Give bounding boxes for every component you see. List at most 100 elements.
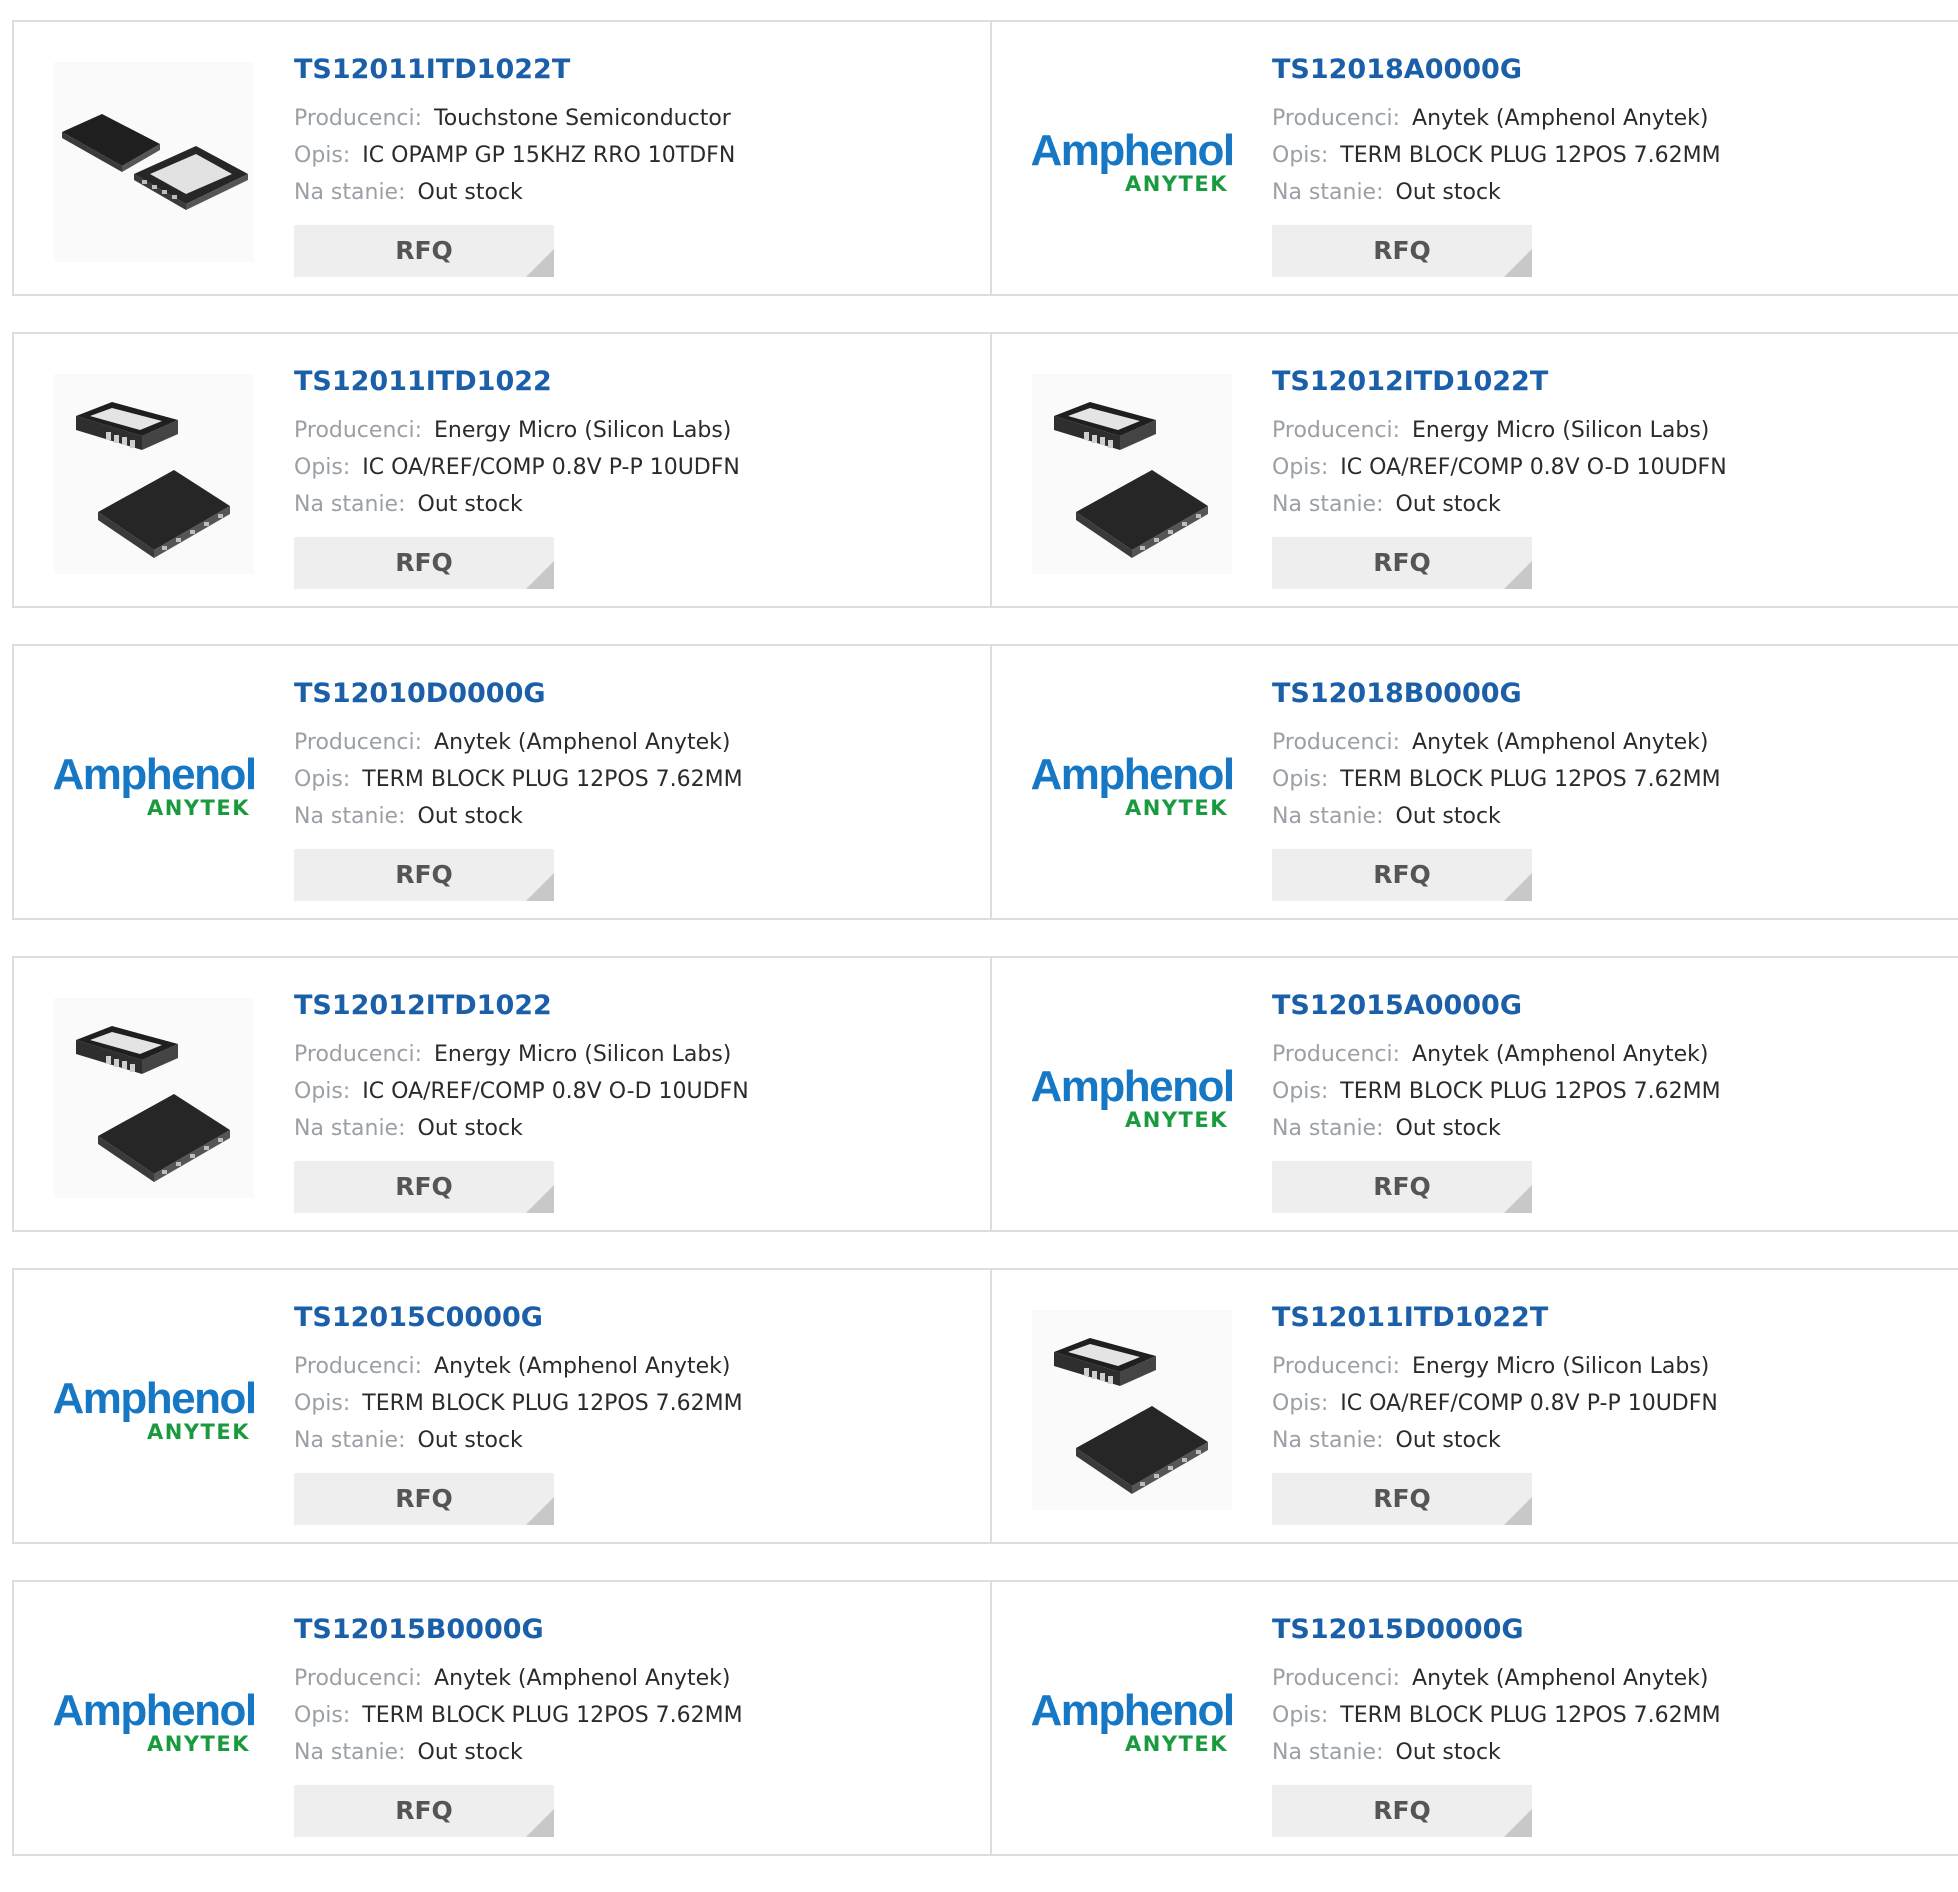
description-value: IC OPAMP GP 15KHZ RRO 10TDFN (362, 143, 736, 168)
product-thumbnail[interactable] (54, 998, 254, 1198)
ic-package-image (54, 374, 254, 574)
rfq-button[interactable]: RFQ (1272, 225, 1532, 277)
description-value: IC OA/REF/COMP 0.8V O-D 10UDFN (362, 1079, 749, 1104)
product-thumbnail[interactable]: Amphenol ANYTEK (1032, 686, 1232, 886)
description-row: Opis: IC OA/REF/COMP 0.8V P-P 10UDFN (1272, 1385, 1938, 1422)
rfq-button[interactable]: RFQ (294, 1161, 554, 1213)
rfq-label: RFQ (395, 860, 453, 889)
logo-sub-text: ANYTEK (147, 1420, 250, 1444)
stock-value: Out stock (1395, 492, 1501, 517)
product-thumbnail[interactable]: Amphenol ANYTEK (1032, 1622, 1232, 1822)
stock-label: Na stanie: (294, 492, 406, 517)
manufacturer-label: Producenci: (1272, 418, 1401, 443)
product-card: Amphenol ANYTEK TS12010D0000G Producenci: An… (14, 646, 992, 918)
rfq-button[interactable]: RFQ (1272, 537, 1532, 589)
stock-row: Na stanie: Out stock (1272, 174, 1938, 211)
manufacturer-row: Producenci: Energy Micro (Silicon Labs) (1272, 1348, 1938, 1385)
part-number-link[interactable]: TS12012ITD1022T (1272, 364, 1938, 400)
part-number-link[interactable]: TS12015A0000G (1272, 988, 1938, 1024)
product-thumbnail[interactable]: Amphenol ANYTEK (54, 1622, 254, 1822)
rfq-corner-decoration (1504, 1809, 1532, 1837)
logo-brand-text: Amphenol (54, 1687, 254, 1735)
logo-brand-text: Amphenol (54, 751, 254, 799)
rfq-button[interactable]: RFQ (1272, 849, 1532, 901)
part-number-link[interactable]: TS12011ITD1022 (294, 364, 970, 400)
product-card: Amphenol ANYTEK TS12015B0000G Producenci: An… (14, 1582, 992, 1854)
logo-sub-text: ANYTEK (1125, 1732, 1228, 1756)
description-value: TERM BLOCK PLUG 12POS 7.62MM (1340, 143, 1721, 168)
manufacturer-value: Touchstone Semiconductor (434, 106, 731, 131)
rfq-corner-decoration (1504, 1497, 1532, 1525)
rfq-button[interactable]: RFQ (294, 1785, 554, 1837)
amphenol-anytek-logo: Amphenol ANYTEK (54, 1375, 254, 1445)
stock-label: Na stanie: (1272, 492, 1384, 517)
rfq-label: RFQ (395, 548, 453, 577)
manufacturer-row: Producenci: Anytek (Amphenol Anytek) (294, 1660, 970, 1697)
stock-label: Na stanie: (1272, 1428, 1384, 1453)
description-label: Opis: (294, 1703, 351, 1728)
stock-label: Na stanie: (1272, 804, 1384, 829)
manufacturer-value: Anytek (Amphenol Anytek) (1412, 1666, 1709, 1691)
rfq-corner-decoration (526, 873, 554, 901)
description-label: Opis: (1272, 143, 1329, 168)
product-card: TS12011ITD1022 Producenci: Energy Micro (S… (14, 334, 992, 606)
stock-value: Out stock (1395, 1428, 1501, 1453)
manufacturer-label: Producenci: (1272, 1042, 1401, 1067)
amphenol-anytek-logo: Amphenol ANYTEK (54, 1687, 254, 1757)
product-card: TS12011ITD1022T Producenci: Energy Micro (… (992, 1270, 1958, 1542)
amphenol-anytek-logo: Amphenol ANYTEK (1032, 1063, 1232, 1133)
product-card: Amphenol ANYTEK TS12015A0000G Producenci: An… (992, 958, 1958, 1230)
stock-row: Na stanie: Out stock (294, 1110, 970, 1147)
stock-label: Na stanie: (294, 180, 406, 205)
logo-brand-text: Amphenol (1032, 1687, 1232, 1735)
part-number-link[interactable]: TS12010D0000G (294, 676, 970, 712)
product-card: TS12011ITD1022T Producenci: Touchstone Sem… (14, 22, 992, 294)
product-thumbnail[interactable]: Amphenol ANYTEK (1032, 62, 1232, 262)
rfq-button[interactable]: RFQ (1272, 1161, 1532, 1213)
part-number-link[interactable]: TS12018B0000G (1272, 676, 1938, 712)
rfq-button[interactable]: RFQ (294, 225, 554, 277)
manufacturer-label: Producenci: (294, 1666, 423, 1691)
rfq-button[interactable]: RFQ (294, 537, 554, 589)
rfq-label: RFQ (1373, 1484, 1431, 1513)
product-thumbnail[interactable] (1032, 1310, 1232, 1510)
rfq-button[interactable]: RFQ (294, 849, 554, 901)
manufacturer-value: Anytek (Amphenol Anytek) (434, 1666, 731, 1691)
part-number-link[interactable]: TS12015C0000G (294, 1300, 970, 1336)
logo-brand-text: Amphenol (54, 1375, 254, 1423)
stock-row: Na stanie: Out stock (294, 174, 970, 211)
product-row: Amphenol ANYTEK TS12010D0000G Producenci: An… (12, 644, 1958, 920)
product-card: Amphenol ANYTEK TS12018B0000G Producenci: An… (992, 646, 1958, 918)
part-number-link[interactable]: TS12015B0000G (294, 1612, 970, 1648)
part-number-link[interactable]: TS12011ITD1022T (294, 52, 970, 88)
logo-brand-text: Amphenol (1032, 751, 1232, 799)
manufacturer-value: Energy Micro (Silicon Labs) (434, 418, 732, 443)
rfq-button[interactable]: RFQ (1272, 1473, 1532, 1525)
manufacturer-row: Producenci: Energy Micro (Silicon Labs) (294, 412, 970, 449)
rfq-corner-decoration (526, 1809, 554, 1837)
rfq-button[interactable]: RFQ (294, 1473, 554, 1525)
product-thumbnail[interactable]: Amphenol ANYTEK (54, 686, 254, 886)
description-row: Opis: IC OPAMP GP 15KHZ RRO 10TDFN (294, 137, 970, 174)
product-thumbnail[interactable] (54, 62, 254, 262)
part-number-link[interactable]: TS12011ITD1022T (1272, 1300, 1938, 1336)
part-number-link[interactable]: TS12018A0000G (1272, 52, 1938, 88)
description-row: Opis: TERM BLOCK PLUG 12POS 7.62MM (1272, 137, 1938, 174)
part-number-link[interactable]: TS12015D0000G (1272, 1612, 1938, 1648)
stock-value: Out stock (417, 804, 523, 829)
part-number-link[interactable]: TS12012ITD1022 (294, 988, 970, 1024)
manufacturer-value: Energy Micro (Silicon Labs) (1412, 418, 1710, 443)
rfq-label: RFQ (395, 1484, 453, 1513)
description-label: Opis: (294, 455, 351, 480)
description-value: TERM BLOCK PLUG 12POS 7.62MM (362, 1391, 743, 1416)
rfq-button[interactable]: RFQ (1272, 1785, 1532, 1837)
product-thumbnail[interactable]: Amphenol ANYTEK (1032, 998, 1232, 1198)
manufacturer-value: Anytek (Amphenol Anytek) (434, 1354, 731, 1379)
logo-sub-text: ANYTEK (1125, 1108, 1228, 1132)
product-thumbnail[interactable]: Amphenol ANYTEK (54, 1310, 254, 1510)
product-thumbnail[interactable] (54, 374, 254, 574)
product-thumbnail[interactable] (1032, 374, 1232, 574)
description-row: Opis: IC OA/REF/COMP 0.8V O-D 10UDFN (294, 1073, 970, 1110)
rfq-label: RFQ (1373, 236, 1431, 265)
stock-row: Na stanie: Out stock (294, 798, 970, 835)
